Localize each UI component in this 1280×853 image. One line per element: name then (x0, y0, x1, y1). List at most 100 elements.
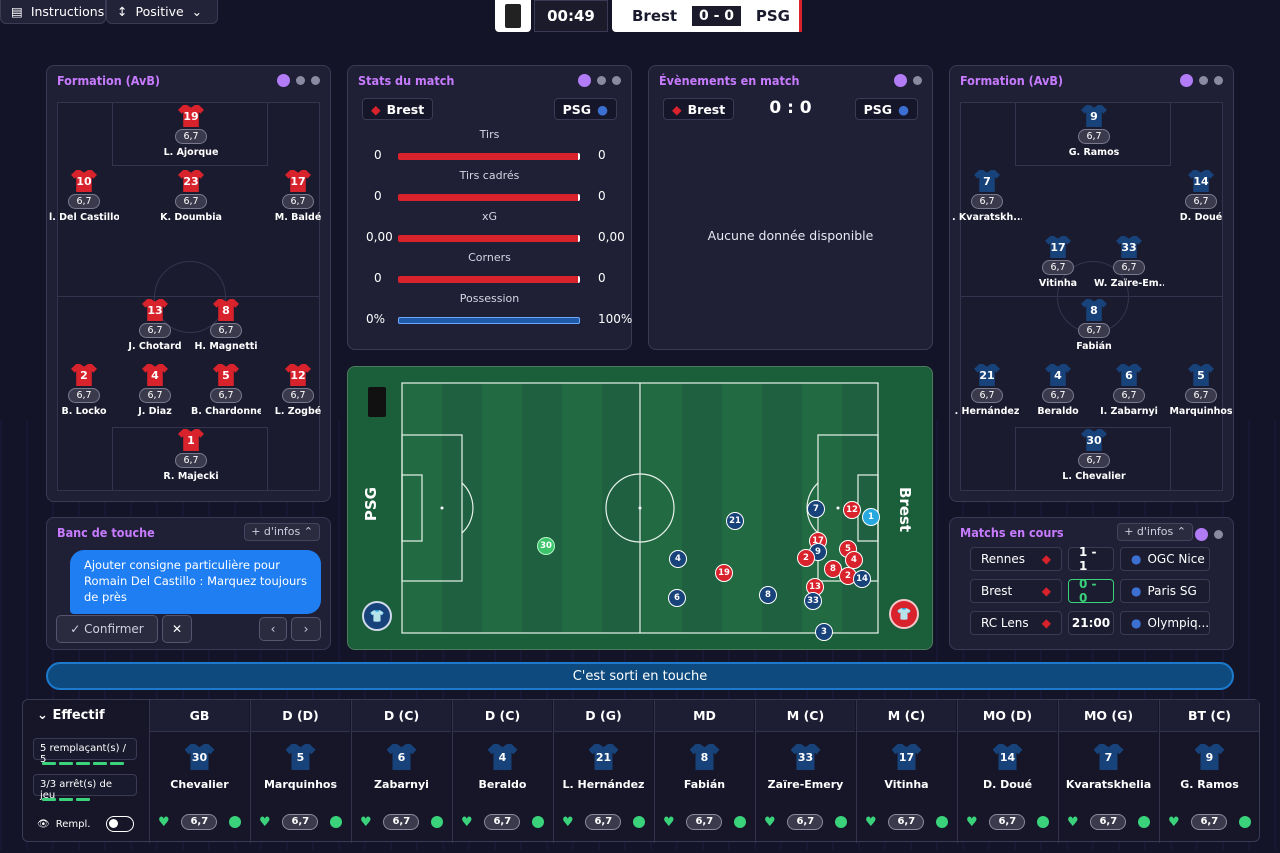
away-team-box: PSG ● (553, 98, 617, 120)
smile-icon (936, 816, 948, 828)
squad-column[interactable]: MD 8 Fabián ♥ 6,7 (654, 700, 754, 843)
panel-dots[interactable] (894, 74, 922, 87)
squad-header[interactable]: ⌄ Effectif (37, 708, 105, 723)
formation-player[interactable]: 7 6,7 . Kvaratskh... (952, 170, 1022, 223)
chevron-left-icon: ‹ (270, 622, 276, 636)
formation-player[interactable]: 5 6,7 Marquinhos (1166, 364, 1236, 417)
shirt-icon: 5 (285, 744, 316, 770)
instructions-button[interactable]: ▤ Instructions (0, 0, 106, 24)
formation-player[interactable]: 33 6,7 W. Zaïre-Em... (1094, 236, 1164, 289)
match-score: 0 - 0 (1068, 577, 1114, 605)
formation-player[interactable]: 5 6,7 B. Chardonnet (191, 364, 261, 417)
player-rating: 6,7 (383, 814, 420, 830)
formation-player[interactable]: 23 6,7 K. Doumbia (156, 170, 226, 223)
position-header: MO (D) (958, 700, 1057, 732)
brest-crest-icon: ◆ (371, 101, 381, 117)
squad-column[interactable]: D (C) 4 Beraldo ♥ 6,7 (452, 700, 552, 843)
squad-column[interactable]: MO (G) 7 Kvaratskhelia ♥ 6,7 (1058, 700, 1158, 843)
player-name: I. Zabarnyi (1100, 406, 1158, 417)
stat-bar (398, 153, 580, 160)
stat-home-value: 0,00 (366, 230, 393, 244)
squad-column[interactable]: BT (C) 9 G. Ramos ♥ 6,7 (1159, 700, 1259, 843)
formation-player[interactable]: 4 6,7 J. Diaz (120, 364, 190, 417)
match-row[interactable]: Rennes ◆ 1 - 1 ● OGC Nice (970, 545, 1220, 573)
away-kit-button[interactable]: 👕 (362, 601, 392, 631)
player-rating: 6,7 (1042, 388, 1074, 403)
formation-player[interactable]: 9 6,7 G. Ramos (1059, 105, 1129, 158)
position-header: D (C) (352, 700, 451, 732)
heart-icon: ♥ (158, 814, 170, 830)
panel-dots[interactable] (1195, 528, 1223, 541)
formation-player[interactable]: 19 6,7 L. Ajorque (156, 105, 226, 158)
player-token: 1 (862, 508, 880, 526)
formation-player[interactable]: 4 6,7 Beraldo (1023, 364, 1093, 417)
mode-dropdown[interactable]: ↕ Positive ⌄ (106, 0, 218, 24)
subs-toggle[interactable] (106, 816, 135, 832)
shirt-icon: 30 (1081, 429, 1107, 451)
formation-player[interactable]: 8 6,7 Fabián (1059, 299, 1129, 352)
stat-away-value: 100% (598, 312, 633, 326)
instructions-label: Instructions (30, 4, 105, 19)
squad-column[interactable]: MO (D) 14 D. Doué ♥ 6,7 (957, 700, 1057, 843)
formation-player[interactable]: 17 6,7 Vitinha (1023, 236, 1093, 289)
formation-player[interactable]: 10 6,7 l. Del Castillo (49, 170, 119, 223)
player-name: Chevalier (170, 778, 229, 791)
player-token: 8 (759, 586, 777, 604)
player-rating: 6,7 (175, 453, 207, 468)
match-row[interactable]: Brest ◆ 0 - 0 ● Paris SG (970, 577, 1220, 605)
formation-player[interactable]: 17 6,7 M. Baldé (263, 170, 333, 223)
player-rating: 6,7 (1090, 814, 1127, 830)
arrows-icon: ↕ (117, 4, 128, 19)
mode-label: Positive (135, 4, 184, 19)
squad-title: Effectif (52, 708, 105, 723)
close-button[interactable]: ✕ (162, 615, 192, 643)
player-name: Fabián (1076, 341, 1112, 352)
ligue1-logo (495, 0, 531, 32)
formation-player[interactable]: 12 6,7 L. Zogbé (263, 364, 333, 417)
home-kit-button[interactable]: 👕 (889, 599, 919, 629)
shirt-icon: 8 (689, 744, 720, 770)
squad-column[interactable]: D (C) 6 Zabarnyi ♥ 6,7 (351, 700, 451, 843)
prev-button[interactable]: ‹ (259, 617, 287, 641)
heart-icon: ♥ (461, 814, 473, 830)
shirt-icon: 4 (1045, 364, 1071, 386)
panel-dots[interactable] (1180, 74, 1223, 87)
panel-dots[interactable] (578, 74, 621, 87)
formation-player[interactable]: 21 6,7 . Hernández (952, 364, 1022, 417)
more-info-button[interactable]: + d'infos ⌃ (1117, 523, 1193, 541)
squad-column[interactable]: GB 30 Chevalier ♥ 6,7 (149, 700, 249, 843)
player-rating: 6,7 (1113, 388, 1145, 403)
squad-column[interactable]: M (C) 17 Vitinha ♥ 6,7 (856, 700, 956, 843)
player-name: Kvaratskhelia (1065, 778, 1152, 791)
formation-player[interactable]: 2 6,7 B. Locko (49, 364, 119, 417)
panel-dots[interactable] (277, 74, 320, 87)
formation-player[interactable]: 13 6,7 J. Chotard (120, 299, 190, 352)
squad-column[interactable]: M (C) 33 Zaïre-Emery ♥ 6,7 (755, 700, 855, 843)
squad-column[interactable]: D (D) 5 Marquinhos ♥ 6,7 (250, 700, 350, 843)
player-name: Beraldo (1037, 406, 1079, 417)
more-info-button[interactable]: + d'infos ⌃ (244, 523, 320, 541)
heart-icon: ♥ (360, 814, 372, 830)
home-team-box: ◆ Brest (362, 98, 434, 120)
match-row[interactable]: RC Lens ◆ 21:00 ● Olympiq... (970, 611, 1220, 637)
match-score: 21:00 (1068, 611, 1114, 635)
squad-column[interactable]: D (G) 21 L. Hernández ♥ 6,7 (553, 700, 653, 843)
player-rating: 6,7 (210, 323, 242, 338)
stat-label: Corners (468, 251, 511, 264)
formation-player[interactable]: 1 6,7 R. Majecki (156, 429, 226, 482)
player-rating: 6,7 (175, 194, 207, 209)
formation-player[interactable]: 30 6,7 L. Chevalier (1059, 429, 1129, 482)
panel-title: Banc de touche (57, 525, 155, 540)
confirm-button[interactable]: ✓ Confirmer (56, 615, 158, 643)
player-rating: 6,7 (139, 323, 171, 338)
shirt-icon: 14 (1188, 170, 1214, 192)
player-name: Zaïre-Emery (767, 778, 844, 791)
shirt-icon: 14 (992, 744, 1023, 770)
next-button[interactable]: › (291, 617, 321, 641)
formation-player[interactable]: 8 6,7 H. Magnetti (191, 299, 261, 352)
stat-bar (398, 235, 580, 242)
shirt-icon: 6 (1116, 364, 1142, 386)
player-name: L. Hernández (562, 778, 645, 791)
formation-player[interactable]: 6 6,7 I. Zabarnyi (1094, 364, 1164, 417)
formation-player[interactable]: 14 6,7 D. Doué (1166, 170, 1236, 223)
